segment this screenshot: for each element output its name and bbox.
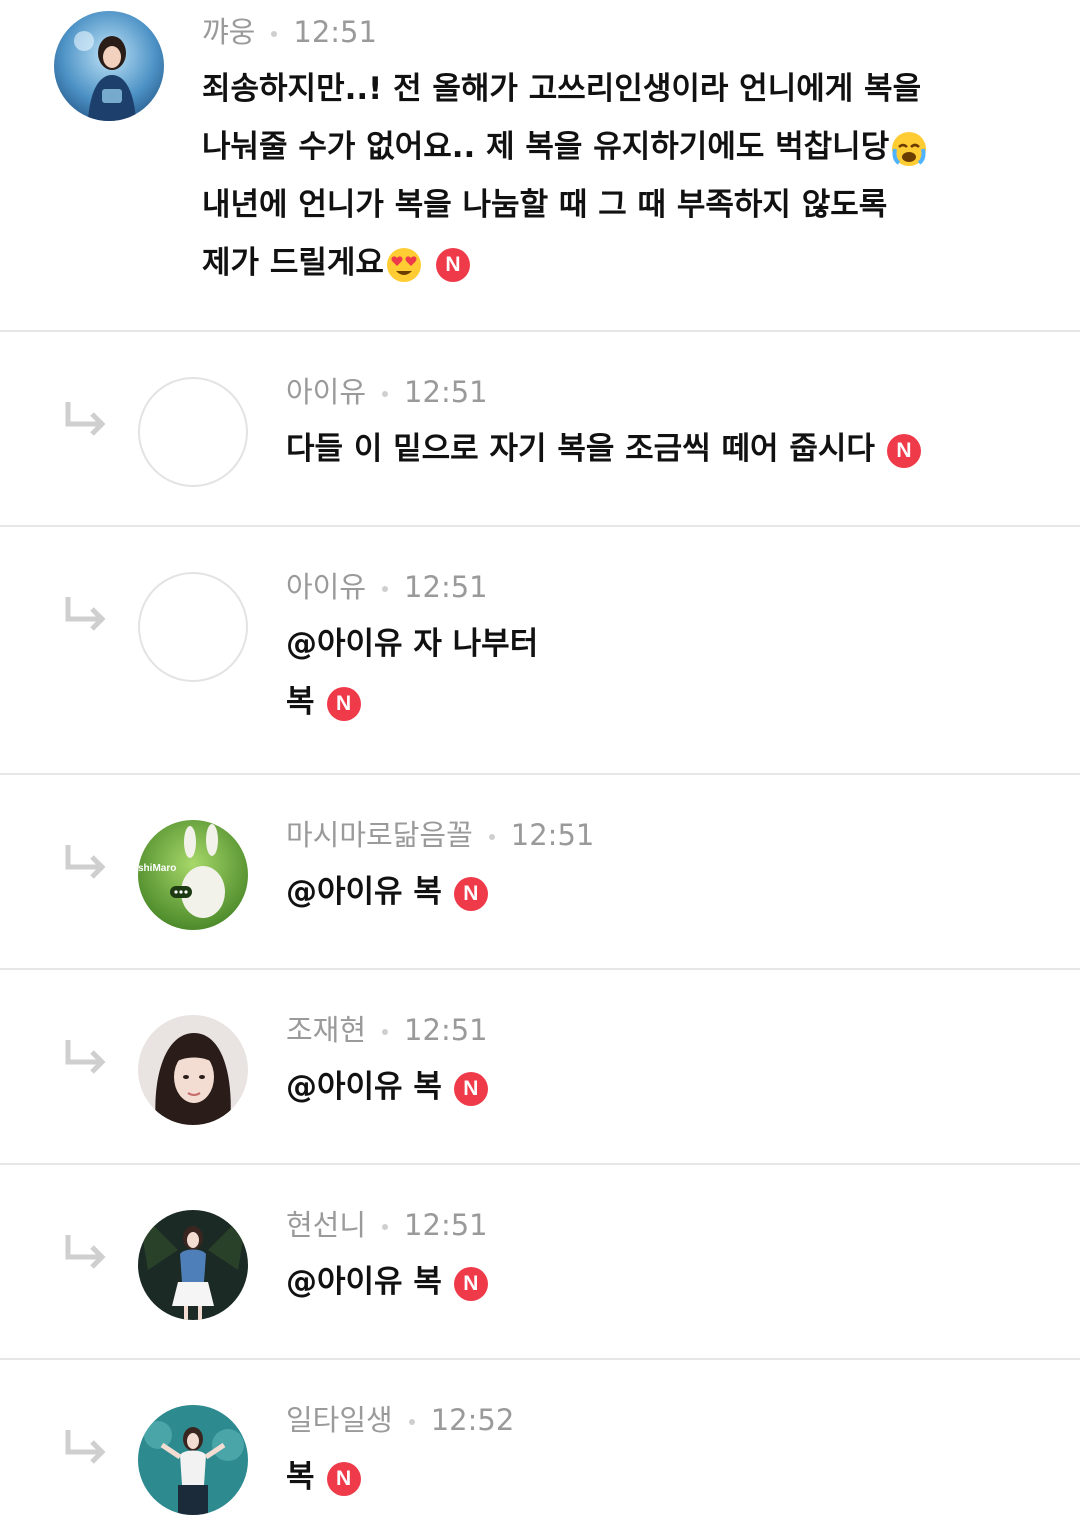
comment-author[interactable]: 일타일생	[286, 1403, 393, 1437]
comment-line: @아이유 복 N	[286, 1058, 1010, 1116]
comment-text: @아이유 복 N	[286, 863, 1010, 921]
comment-line: 나눠줄 수가 없어요.. 제 복을 유지하기에도 벅찹니당	[202, 118, 1010, 176]
reply-item: 일타일생 12:52 복N	[0, 1360, 1080, 1521]
comment-author[interactable]: 아이유	[286, 375, 366, 409]
comment-meta: 아이유 12:51	[286, 567, 1010, 607]
comment-author[interactable]: 현선니	[286, 1208, 366, 1242]
comment-line-text: @아이유 복	[286, 1264, 442, 1300]
comment-body: 아이유 12:51 @아이유 자 나부터 복N	[286, 567, 1010, 731]
comment-line-text: 복	[286, 684, 315, 720]
new-badge-icon: N	[326, 686, 361, 721]
comment-body: 아이유 12:51 다들 이 밑으로 자기 복을 조금씩 떼어 줍시다 N	[286, 372, 1010, 478]
comment-line-text: @아이유 복	[286, 874, 442, 910]
separator-dot	[408, 1419, 415, 1425]
avatar[interactable]	[138, 377, 248, 487]
separator-dot	[382, 586, 389, 592]
avatar[interactable]	[138, 1405, 248, 1515]
heart-eyes-emoji	[386, 247, 421, 282]
comment-time: 12:51	[404, 375, 488, 409]
new-badge-icon: N	[453, 876, 488, 911]
comment-line: 죄송하지만..! 전 올해가 고쓰리인생이라 언니에게 복을	[202, 71, 922, 107]
separator-dot	[488, 834, 495, 840]
reply-arrow-icon	[65, 1040, 106, 1074]
new-badge-icon: N	[453, 1266, 488, 1301]
comment-line: @아이유 복 N	[286, 1253, 1010, 1311]
comment-text: @아이유 복 N	[286, 1253, 1010, 1311]
comment-line: @아이유 복 N	[286, 863, 1010, 921]
comment-body: 현선니 12:51 @아이유 복 N	[286, 1205, 1010, 1311]
comment-time: 12:51	[510, 818, 595, 852]
comment-line: 복N	[286, 1448, 1010, 1506]
separator-dot	[382, 1029, 389, 1035]
reply-arrow-icon	[65, 845, 106, 879]
comment-line-text: 다들 이 밑으로 자기 복을 조금씩 떼어 줍시다	[286, 431, 875, 467]
reply-item: 아이유 12:51 @아이유 자 나부터 복N	[0, 527, 1080, 775]
comment-line: 내년에 언니가 복을 나눔할 때 그 때 부족하지 않도록	[202, 187, 888, 223]
avatar-caption: shiMaro	[138, 863, 176, 874]
comment-body: 조재현 12:51 @아이유 복 N	[286, 1010, 1010, 1116]
reply-arrow-icon	[65, 402, 106, 436]
comment-time: 12:51	[404, 1208, 488, 1242]
reply-item: 현선니 12:51 @아이유 복 N	[0, 1165, 1080, 1360]
comment-line: 복N	[286, 673, 1010, 731]
separator-dot	[382, 1224, 389, 1230]
comment-text: 다들 이 밑으로 자기 복을 조금씩 떼어 줍시다 N	[286, 420, 1010, 478]
comment-line-text: @아이유 복	[286, 1069, 442, 1105]
reply-arrow-icon	[65, 1235, 106, 1269]
crying-face-emoji	[892, 131, 927, 166]
comment-meta: 현선니 12:51	[286, 1205, 1010, 1245]
comment-item: 꺄웅 12:51 죄송하지만..! 전 올해가 고쓰리인생이라 언니에게 복을 나…	[0, 0, 1080, 332]
comment-time: 12:52	[430, 1403, 515, 1437]
avatar[interactable]	[138, 572, 248, 682]
comment-meta: 마시마로닮음꼴 12:51	[286, 815, 1010, 855]
comment-text: 죄송하지만..! 전 올해가 고쓰리인생이라 언니에게 복을 나눠줄 수가 없어…	[202, 60, 1010, 292]
comment-text: @아이유 복 N	[286, 1058, 1010, 1116]
new-badge-icon: N	[326, 1461, 361, 1496]
avatar[interactable]	[138, 1015, 248, 1125]
avatar[interactable]	[138, 1210, 248, 1320]
avatar[interactable]: shiMaro	[138, 820, 248, 930]
comment-body: 꺄웅 12:51 죄송하지만..! 전 올해가 고쓰리인생이라 언니에게 복을 나…	[202, 12, 1010, 292]
comment-author[interactable]: 마시마로닮음꼴	[286, 818, 473, 852]
separator-dot	[271, 31, 278, 37]
comment-time: 12:51	[404, 570, 488, 604]
new-badge-icon: N	[435, 247, 470, 282]
comment-line-text: 복	[286, 1459, 315, 1495]
avatar[interactable]	[54, 11, 164, 121]
comment-line: @아이유 자 나부터	[286, 626, 539, 662]
comment-author[interactable]: 조재현	[286, 1013, 366, 1047]
comment-line: 다들 이 밑으로 자기 복을 조금씩 떼어 줍시다 N	[286, 420, 1010, 478]
comment-text: 복N	[286, 1448, 1010, 1506]
reply-item: 아이유 12:51 다들 이 밑으로 자기 복을 조금씩 떼어 줍시다 N	[0, 332, 1080, 527]
reply-item: shiMaro 마시마로닮음꼴 12:51 @아이유 복 N	[0, 775, 1080, 970]
comment-meta: 꺄웅 12:51	[202, 12, 1010, 52]
new-badge-icon: N	[886, 433, 921, 468]
comment-body: 마시마로닮음꼴 12:51 @아이유 복 N	[286, 815, 1010, 921]
comment-time: 12:51	[404, 1013, 488, 1047]
new-badge-icon: N	[453, 1071, 488, 1106]
comment-text: @아이유 자 나부터 복N	[286, 615, 1010, 731]
comment-author[interactable]: 아이유	[286, 570, 366, 604]
comment-line: 제가 드릴게요 N	[202, 234, 1010, 292]
comment-body: 일타일생 12:52 복N	[286, 1400, 1010, 1506]
comment-meta: 조재현 12:51	[286, 1010, 1010, 1050]
reply-arrow-icon	[65, 597, 106, 631]
reply-arrow-icon	[65, 1430, 106, 1464]
comment-meta: 아이유 12:51	[286, 372, 1010, 412]
comment-line-text: 나눠줄 수가 없어요.. 제 복을 유지하기에도 벅찹니당	[202, 129, 890, 165]
comment-author[interactable]: 꺄웅	[202, 15, 255, 49]
comment-line-text: 제가 드릴게요	[202, 245, 384, 281]
comment-meta: 일타일생 12:52	[286, 1400, 1010, 1440]
reply-item: 조재현 12:51 @아이유 복 N	[0, 970, 1080, 1165]
comment-time: 12:51	[293, 15, 377, 49]
separator-dot	[382, 391, 389, 397]
